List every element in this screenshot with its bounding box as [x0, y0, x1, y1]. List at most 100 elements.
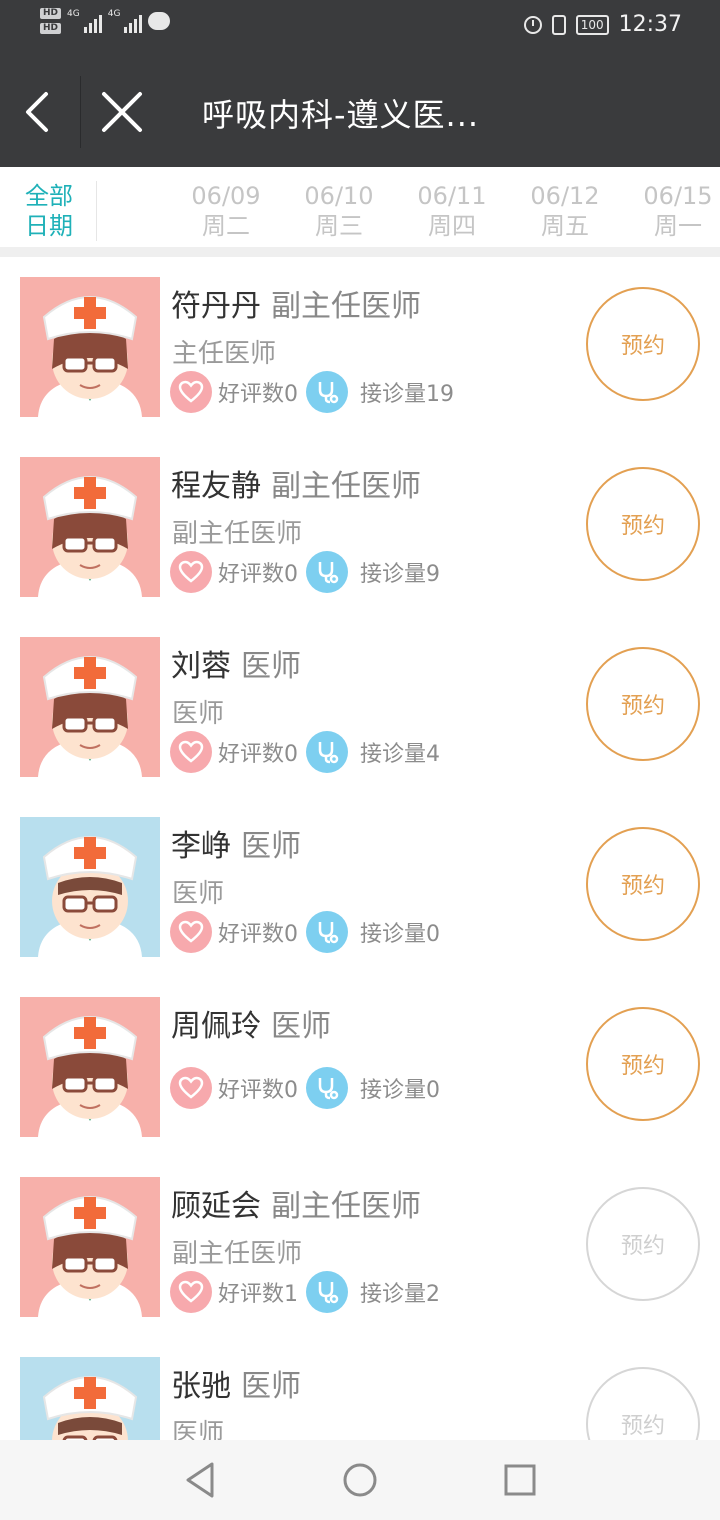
- doctor-stats: 好评数0 接诊量0: [170, 911, 448, 953]
- visit-count: 接诊量0: [360, 1078, 440, 1103]
- doctor-rank: 医师: [172, 1419, 225, 1440]
- doctor-row[interactable]: 周佩玲 医师 好评数0 接诊量0 预约: [0, 977, 720, 1157]
- date-tab[interactable]: 06/12 周五: [510, 181, 620, 241]
- status-left-icons: HD HD 4G 4G: [40, 8, 171, 34]
- doctor-row[interactable]: 李峥 医师 医师 好评数0 接诊量0 预约: [0, 797, 720, 977]
- alarm-icon: [523, 15, 542, 34]
- heart-icon: [170, 371, 212, 413]
- signal-icon-2: 4G: [108, 9, 143, 33]
- doctor-rank: 医师: [172, 699, 225, 729]
- doctor-row[interactable]: 程友静 副主任医师 副主任医师 好评数0 接诊量9 预约: [0, 437, 720, 617]
- doctor-name: 李峥: [171, 829, 231, 864]
- rating-count: 好评数0: [218, 382, 298, 407]
- date-all-tab[interactable]: 全部 日期: [10, 181, 88, 241]
- date-tab-date: 06/11: [417, 182, 487, 210]
- doctor-row[interactable]: 刘蓉 医师 医师 好评数0 接诊量4 预约: [0, 617, 720, 797]
- close-button[interactable]: [98, 86, 146, 138]
- heart-icon: [170, 1067, 212, 1109]
- rating-count: 好评数1: [218, 1282, 298, 1307]
- doctor-rank: 医师: [172, 879, 225, 909]
- visit-count: 接诊量19: [360, 382, 454, 407]
- visit-count: 接诊量2: [360, 1282, 440, 1307]
- book-button[interactable]: 预约: [586, 1187, 700, 1301]
- doctor-stats: 好评数1 接诊量2: [170, 1271, 448, 1313]
- doctor-row[interactable]: 顾延会 副主任医师 副主任医师 好评数1 接诊量2 预约: [0, 1157, 720, 1337]
- doctor-avatar: [20, 457, 160, 597]
- stethoscope-icon: [306, 911, 348, 953]
- doctor-row[interactable]: 张驰 医师 医师 预约: [0, 1337, 720, 1440]
- nav-back-button[interactable]: [180, 1460, 220, 1500]
- hd-badges: HD HD: [40, 8, 62, 34]
- doctor-name-line: 程友静 副主任医师: [171, 461, 421, 505]
- system-nav-bar: [0, 1440, 720, 1520]
- triangle-back-icon: [186, 1462, 214, 1498]
- doctor-name: 周佩玲: [171, 1009, 261, 1044]
- book-button[interactable]: 预约: [586, 827, 700, 941]
- heart-icon: [170, 551, 212, 593]
- visit-count: 接诊量0: [360, 922, 440, 947]
- doctor-avatar: [20, 997, 160, 1137]
- date-all-line1: 全部: [25, 182, 73, 210]
- rating-count: 好评数0: [218, 922, 298, 947]
- doctor-name-line: 符丹丹 副主任医师: [171, 281, 421, 325]
- close-icon: [102, 92, 142, 132]
- doctor-title: 副主任医师: [271, 469, 421, 504]
- doctor-row[interactable]: 符丹丹 副主任医师 主任医师 好评数0 接诊量19 预约: [0, 257, 720, 437]
- doctor-title: 医师: [271, 1009, 331, 1044]
- status-right-icons: 100 12:37: [523, 12, 682, 37]
- heart-icon: [170, 911, 212, 953]
- date-tab-weekday: 周五: [541, 212, 589, 240]
- back-button[interactable]: [18, 84, 62, 140]
- doctor-stats: 好评数0 接诊量4: [170, 731, 448, 773]
- date-tab[interactable]: 06/09 周二: [171, 181, 281, 241]
- heart-icon: [170, 731, 212, 773]
- doctor-rank: 副主任医师: [172, 519, 303, 549]
- doctor-title: 医师: [241, 1369, 301, 1404]
- heart-icon: [170, 1271, 212, 1313]
- stethoscope-icon: [306, 1067, 348, 1109]
- doctor-name-line: 顾延会 副主任医师: [171, 1181, 421, 1225]
- date-tab-weekday: 周一: [654, 212, 702, 240]
- doctor-rank: 副主任医师: [172, 1239, 303, 1269]
- page-title: 呼吸内科-遵义医...: [202, 96, 480, 134]
- book-button[interactable]: 预约: [586, 647, 700, 761]
- date-tab[interactable]: 06/10 周三: [284, 181, 394, 241]
- stethoscope-icon: [306, 1271, 348, 1313]
- rating-count: 好评数0: [218, 742, 298, 767]
- stethoscope-icon: [306, 731, 348, 773]
- vibrate-icon: [551, 14, 566, 35]
- hd-badge-1: HD: [40, 8, 62, 19]
- doctor-avatar: [20, 1357, 160, 1440]
- nav-home-button[interactable]: [340, 1460, 380, 1500]
- book-button[interactable]: 预约: [586, 1007, 700, 1121]
- date-tab-date: 06/09: [191, 182, 261, 210]
- doctor-name-line: 李峥 医师: [171, 821, 301, 865]
- doctor-name: 顾延会: [171, 1189, 261, 1224]
- doctor-title: 医师: [241, 829, 301, 864]
- doctor-title: 医师: [241, 649, 301, 684]
- circle-home-icon: [343, 1463, 377, 1497]
- doctor-name: 刘蓉: [171, 649, 231, 684]
- hd-badge-2: HD: [40, 23, 62, 34]
- date-tab[interactable]: 06/11 周四: [397, 181, 507, 241]
- book-button[interactable]: 预约: [586, 1367, 700, 1440]
- status-bar: HD HD 4G 4G 100 12:37: [0, 0, 720, 56]
- doctor-rank: 主任医师: [172, 339, 277, 369]
- doctor-name-line: 周佩玲 医师: [171, 1001, 331, 1045]
- stethoscope-icon: [306, 551, 348, 593]
- date-tab[interactable]: 06/15 周一: [623, 181, 720, 241]
- date-tab-date: 06/10: [304, 182, 374, 210]
- square-recent-icon: [504, 1464, 536, 1496]
- nav-recent-button[interactable]: [500, 1460, 540, 1500]
- app-header: 呼吸内科-遵义医...: [0, 56, 720, 167]
- date-tab-weekday: 周二: [202, 212, 250, 240]
- book-button[interactable]: 预约: [586, 467, 700, 581]
- rating-count: 好评数0: [218, 562, 298, 587]
- chevron-left-icon: [26, 92, 48, 132]
- doctor-name: 符丹丹: [171, 289, 261, 324]
- date-tab-date: 06/15: [643, 182, 713, 210]
- battery-icon: 100: [575, 14, 609, 35]
- visit-count: 接诊量4: [360, 742, 440, 767]
- book-button[interactable]: 预约: [586, 287, 700, 401]
- doctor-stats: 好评数0 接诊量19: [170, 371, 462, 413]
